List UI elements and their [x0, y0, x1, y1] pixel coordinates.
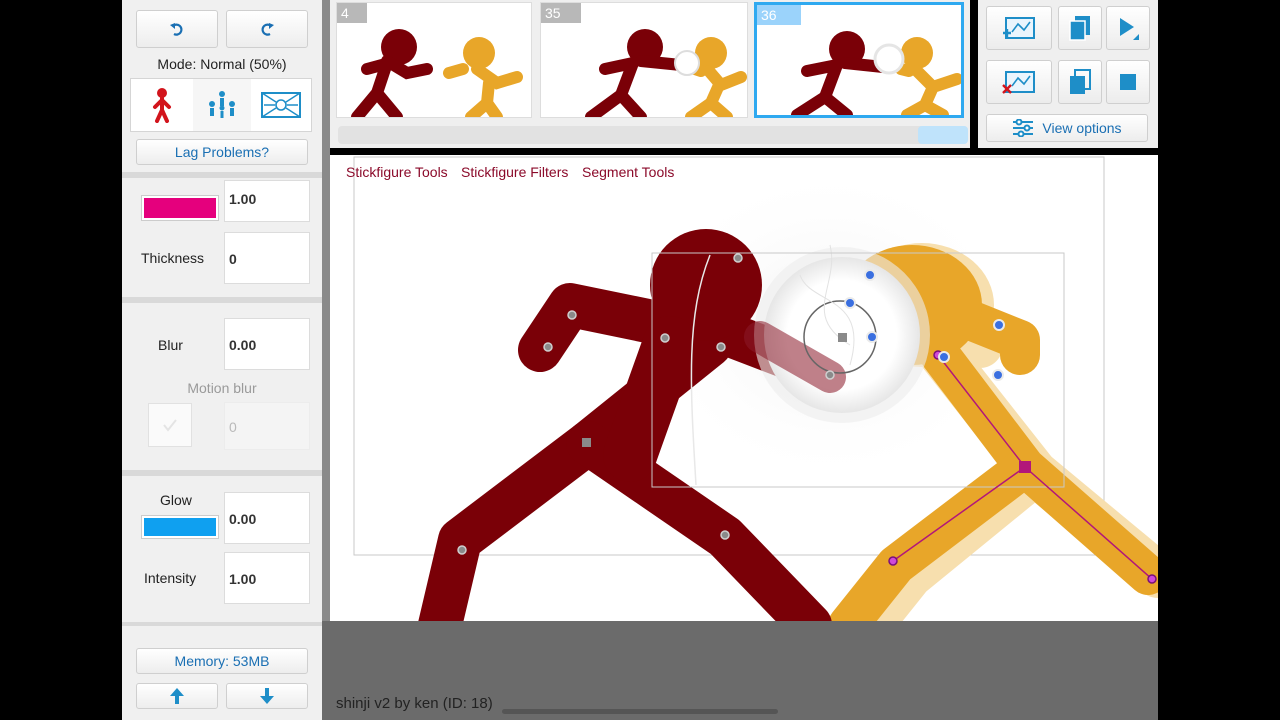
thickness-field[interactable]: 0 — [224, 232, 310, 284]
paste-frame-button[interactable] — [1058, 60, 1102, 104]
frame-number: 35 — [541, 3, 581, 23]
stickfigure-tools-menu[interactable]: Stickfigure Tools — [346, 164, 448, 180]
group-mode-button[interactable] — [193, 79, 251, 131]
frame-thumbnail-selected[interactable]: 36 — [754, 2, 964, 118]
glow-field[interactable]: 0.00 — [224, 492, 310, 544]
play-button[interactable] — [1106, 6, 1150, 50]
intensity-label: Intensity — [144, 570, 197, 586]
divider — [122, 622, 322, 626]
glow-color-swatch[interactable] — [142, 516, 218, 538]
timeline-scrollbar[interactable] — [338, 126, 968, 144]
move-down-button[interactable] — [226, 683, 308, 709]
frame-thumbnail[interactable]: 35 — [540, 2, 748, 118]
animation-canvas[interactable] — [330, 155, 1158, 621]
glow-label: Glow — [160, 492, 192, 508]
frame-number: 4 — [337, 3, 367, 23]
motion-blur-checkbox[interactable] — [148, 403, 192, 447]
thickness-label: Thickness — [141, 250, 205, 266]
frame-tools: View options — [978, 0, 1158, 148]
add-frame-button[interactable] — [986, 6, 1052, 50]
frame-number: 36 — [757, 5, 801, 25]
delete-frame-button[interactable] — [986, 60, 1052, 104]
stop-icon — [1120, 74, 1136, 90]
divider — [122, 172, 322, 178]
divider — [122, 297, 322, 303]
color-opacity-field[interactable]: 1.00 — [224, 180, 310, 222]
settings-sliders-icon — [1013, 119, 1034, 137]
undo-icon — [170, 23, 183, 36]
blur-label: Blur — [158, 337, 183, 353]
copy-frame-button[interactable] — [1058, 6, 1102, 50]
figure-status-text: shinji v2 by ken (ID: 18) — [336, 695, 493, 712]
undo-button[interactable] — [136, 10, 218, 48]
divider — [122, 470, 322, 476]
status-scrollbar — [502, 709, 778, 714]
stick-color-swatch[interactable] — [142, 196, 218, 220]
stickfigure-mode-button[interactable] — [131, 79, 193, 131]
view-options-label: View options — [1042, 120, 1122, 136]
left-panel: Mode: Normal (50%) Lag Problems? 1.00 Th… — [122, 0, 322, 720]
stop-button[interactable] — [1106, 60, 1150, 104]
segment-tools-menu[interactable]: Segment Tools — [582, 164, 674, 180]
motion-blur-label: Motion blur — [187, 380, 257, 396]
view-options-button[interactable]: View options — [986, 114, 1148, 142]
up-arrow-icon — [170, 688, 184, 704]
redo-button[interactable] — [226, 10, 308, 48]
panel-divider — [322, 0, 330, 720]
motion-blur-field[interactable]: 0 — [224, 402, 310, 450]
timeline-scroll-thumb[interactable] — [918, 126, 968, 144]
frame-thumbnail[interactable]: 4 — [336, 2, 532, 118]
move-up-button[interactable] — [136, 683, 218, 709]
group-mode-icon — [209, 91, 235, 118]
check-icon — [163, 419, 177, 432]
play-icon — [1120, 18, 1139, 40]
down-arrow-icon — [260, 688, 274, 704]
background-mode-icon — [261, 92, 301, 118]
bottom-area: shinji v2 by ken (ID: 18) — [322, 621, 1158, 720]
mode-selector — [130, 78, 312, 132]
paste-frame-icon — [1070, 69, 1091, 94]
stickfigure-filters-menu[interactable]: Stickfigure Filters — [461, 164, 568, 180]
blur-field[interactable]: 0.00 — [224, 318, 310, 370]
delete-frame-icon — [1002, 71, 1035, 94]
add-frame-icon — [1003, 17, 1035, 39]
stage-drawing — [353, 156, 1158, 621]
memory-button[interactable]: Memory: 53MB — [136, 648, 308, 674]
lag-problems-button[interactable]: Lag Problems? — [136, 139, 308, 165]
mode-label: Mode: Normal (50%) — [157, 56, 287, 72]
stickfigure-mode-icon — [153, 88, 171, 123]
copy-frame-icon — [1069, 16, 1090, 41]
frame-timeline: 4 35 36 — [330, 0, 970, 148]
intensity-field[interactable]: 1.00 — [224, 552, 310, 604]
background-mode-button[interactable] — [251, 79, 311, 131]
redo-icon — [261, 23, 274, 36]
